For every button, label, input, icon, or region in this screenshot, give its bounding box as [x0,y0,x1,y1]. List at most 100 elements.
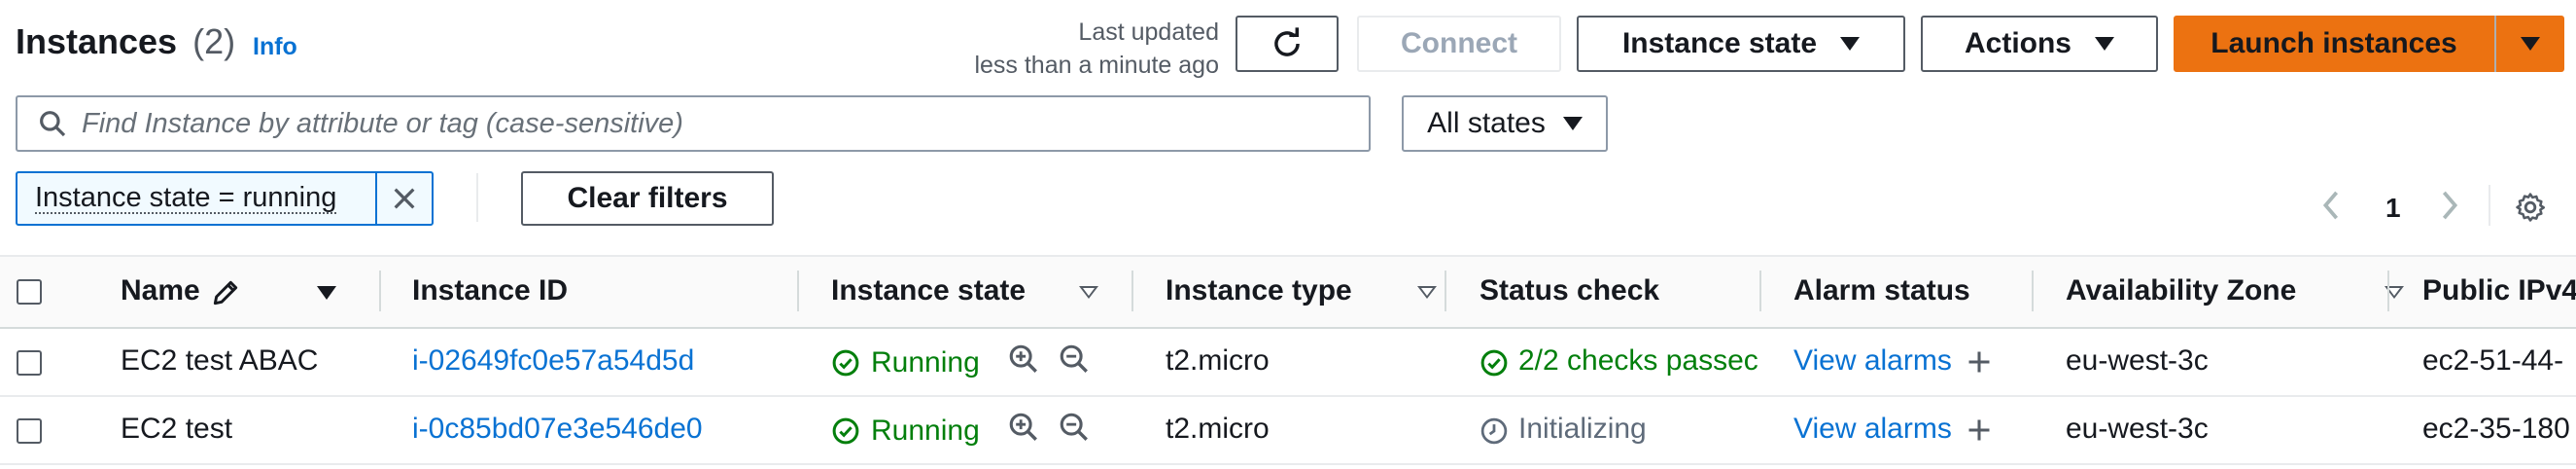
launch-instances-button[interactable]: Launch instances [2174,16,2494,72]
column-header-instance-state[interactable]: Instance state [831,274,1026,307]
instance-count: (2) [192,21,236,61]
column-separator [2387,271,2389,311]
filter-separator [476,173,478,222]
filter-token[interactable]: Instance state = running [16,171,434,226]
filter-token-divider [375,173,377,224]
connect-button[interactable]: Connect [1357,16,1561,72]
last-updated: Last updated less than a minute ago [933,16,1219,82]
select-all-checkbox[interactable] [17,279,42,305]
filter-token-label: Instance state = running [35,182,337,214]
column-separator [2032,271,2034,311]
public-dns-value: ec2-51-44- [2422,344,2564,377]
column-header-availability-zone[interactable]: Availability Zone [2066,274,2296,307]
instance-id-link[interactable]: i-02649fc0e57a54d5d [412,344,694,378]
instance-name: EC2 test ABAC [121,344,319,377]
info-link[interactable]: Info [253,33,297,61]
instance-state-value: Running [871,346,980,379]
page-title-text: Instances [16,21,178,61]
chevron-left-icon[interactable] [2321,191,2341,220]
instance-state-value: Running [871,415,980,447]
actions-button[interactable]: Actions [1921,16,2158,72]
column-separator [1759,271,1761,311]
instance-type-value: t2.micro [1166,413,1270,445]
column-header-availability-zone-label: Availability Zone [2066,274,2297,307]
instance-type-value: t2.micro [1166,344,1270,377]
instance-state-label: Instance state [1621,27,1818,59]
instance-state-button[interactable]: Instance state [1577,16,1905,72]
caret-down-icon [2521,37,2540,51]
status-check-value: 2/2 checks passec [1518,344,1758,377]
column-header-instance-type[interactable]: Instance type [1166,274,1352,307]
refresh-button[interactable] [1236,16,1339,72]
column-header-name[interactable]: Name [121,274,200,307]
check-circle-icon [831,416,860,446]
table-row[interactable]: EC2 test i-0c85bd07e3e546de0 Running t2.… [0,397,2576,463]
column-header-alarm-status[interactable]: Alarm status [1793,274,1970,307]
public-dns-value: ec2-35-180 [2422,413,2570,445]
edit-icon[interactable] [210,277,241,308]
search-field[interactable] [16,95,1371,152]
page-title: Instances (2) [16,21,235,62]
status-check-value: Initializing [1518,413,1647,445]
column-separator [1131,271,1133,311]
zoom-in-icon[interactable] [1007,411,1040,444]
states-select[interactable]: All states [1402,95,1608,152]
sort-icon[interactable] [317,286,336,300]
zoom-in-icon[interactable] [1007,343,1040,376]
availability-zone-value: eu-west-3c [2066,344,2209,377]
caret-down-icon [1840,37,1861,51]
column-header-public-ipv4-label: Public IPv4 [2422,274,2576,307]
column-header-public-ipv4[interactable]: Public IPv4 [2422,274,2576,307]
chevron-right-icon[interactable] [2440,191,2459,220]
settings-icon[interactable] [2514,191,2547,224]
row-checkbox[interactable] [17,418,42,444]
clear-filters-label: Clear filters [567,182,728,214]
states-select-value: All states [1427,107,1546,139]
table-header-top-border [0,255,2576,257]
plus-icon[interactable] [1966,348,1993,376]
check-circle-icon [1479,348,1509,378]
search-icon [37,108,68,139]
last-updated-value: less than a minute ago [974,52,1219,79]
launch-dropdown-button[interactable] [2496,16,2564,72]
column-separator [1445,271,1446,311]
column-header-name-label: Name [121,274,200,307]
zoom-out-icon[interactable] [1058,343,1091,376]
view-alarms-link[interactable]: View alarms [1793,413,1952,446]
sort-icon[interactable] [1079,286,1098,299]
availability-zone-value: eu-west-3c [2066,413,2209,445]
column-header-status-check-label: Status check [1479,274,1660,307]
page-number[interactable]: 1 [2385,193,2401,224]
column-header-instance-type-label: Instance type [1166,274,1352,307]
column-header-instance-id-label: Instance ID [412,274,569,307]
sort-icon[interactable] [1417,286,1438,299]
instance-id-link[interactable]: i-0c85bd07e3e546de0 [412,413,703,446]
column-header-instance-id[interactable]: Instance ID [412,274,568,307]
column-header-status-check[interactable]: Status check [1479,274,1659,307]
last-updated-label: Last updated [1078,18,1219,46]
plus-icon[interactable] [1966,416,1993,444]
connect-label: Connect [1401,27,1517,59]
actions-label: Actions [1964,27,2071,59]
view-alarms-link[interactable]: View alarms [1793,344,1952,378]
column-header-instance-state-label: Instance state [831,274,1027,307]
instance-name: EC2 test [121,413,233,445]
launch-instances-label: Launch instances [2210,27,2457,59]
refresh-icon [1269,25,1305,62]
zoom-out-icon[interactable] [1058,411,1091,444]
status-check-clip: 2/2 checks passec [1518,329,1759,395]
search-input[interactable] [82,107,1369,140]
caret-down-icon [2095,37,2114,51]
close-icon[interactable] [389,183,420,214]
pagination-divider [2489,185,2490,226]
row-checkbox[interactable] [17,350,42,376]
clock-icon [1479,416,1509,446]
caret-down-icon [1562,117,1583,130]
column-separator [379,271,381,311]
row-divider [0,463,2576,465]
column-header-alarm-status-label: Alarm status [1793,274,1970,307]
check-circle-icon [831,348,860,378]
column-separator [797,271,799,311]
table-row[interactable]: EC2 test ABAC i-02649fc0e57a54d5d Runnin… [0,329,2576,395]
clear-filters-button[interactable]: Clear filters [521,171,774,226]
